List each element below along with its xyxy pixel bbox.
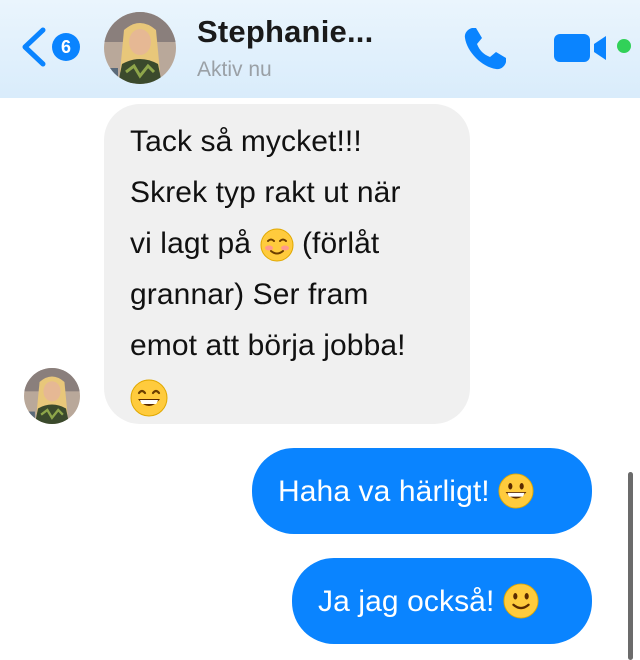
message-text: Ja jag också! [318,584,495,618]
message-text: Haha va härligt! [278,474,490,508]
back-button[interactable]: 6 [16,24,90,70]
contact-name[interactable]: Stephanie... [197,14,373,50]
message-text: vi lagt på [130,227,252,260]
video-call-button[interactable] [552,28,612,68]
outgoing-message-bubble[interactable]: Ja jag också! [292,558,592,644]
slight-smile-emoji [503,583,539,619]
incoming-message-bubble[interactable]: Tack så mycket!!! Skrek typ rakt ut när … [104,104,470,424]
scrollbar[interactable] [628,472,633,660]
contact-avatar[interactable] [104,12,176,84]
message-line: Tack så mycket!!! [130,125,362,158]
contact-status: Aktiv nu [197,58,272,81]
message-line: emot att börja jobba! [130,329,406,362]
smiling-blush-emoji [260,228,294,262]
voice-call-button[interactable] [458,22,512,76]
avatar-photo [24,368,80,424]
messenger-chat-screen: 6 Stephanie... Aktiv nu Tack så mycket!!… [0,0,640,660]
grinning-emoji [498,473,534,509]
message-line: grannar) Ser fram [130,278,369,311]
message-text: (förlåt [301,227,380,260]
message-line-with-emoji: vi lagt på (förlåt [130,218,446,269]
active-status-dot [617,39,631,53]
message-line: Skrek typ rakt ut när [130,176,401,209]
unread-count-badge: 6 [52,33,80,61]
chat-header: 6 Stephanie... Aktiv nu [0,0,640,98]
outgoing-message-bubble[interactable]: Haha va härligt! [252,448,592,534]
chevron-left-icon [22,27,46,67]
grinning-emoji [130,379,168,417]
phone-icon [464,28,506,70]
avatar-photo [104,12,176,84]
video-camera-icon [554,34,606,62]
sender-avatar[interactable] [24,368,80,424]
message-line-emoji [130,371,446,422]
